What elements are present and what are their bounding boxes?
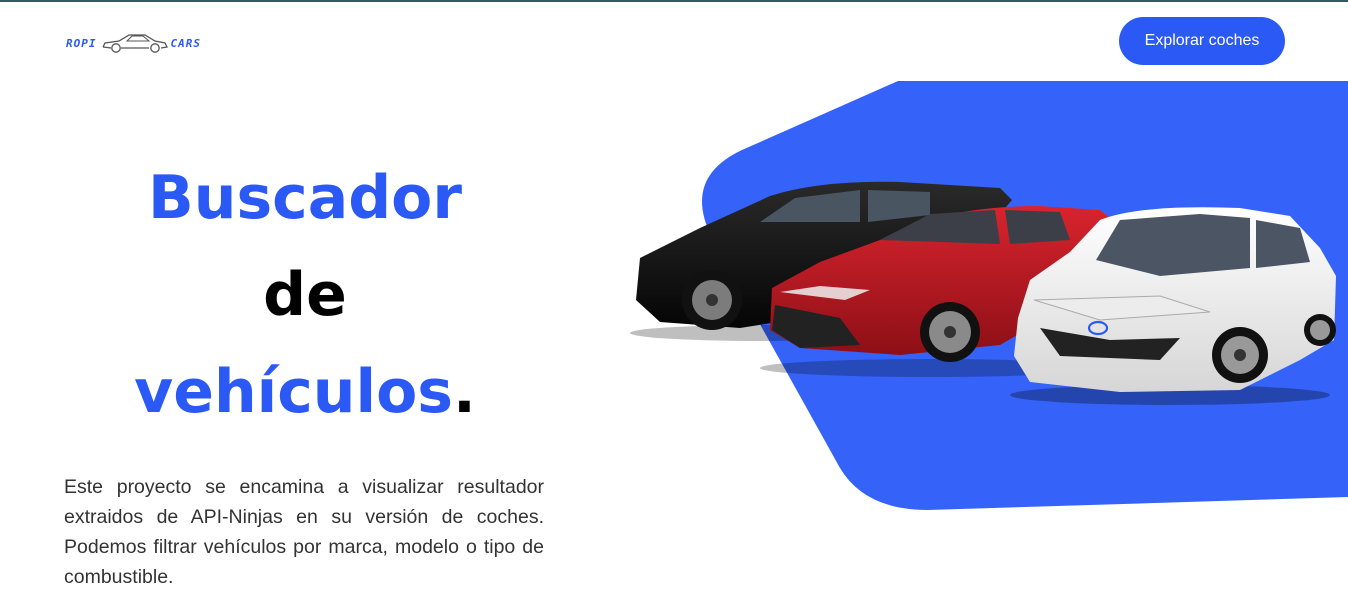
hero-title-line3-wrap: vehículos.: [60, 344, 550, 441]
hero-title-line1: Buscador: [148, 163, 462, 233]
page: ROPI CARS Explorar coches Buscador de ve…: [0, 0, 1348, 605]
hero-title-line3: vehículos: [134, 357, 454, 427]
hero-description: Este proyecto se encamina a visualizar r…: [64, 475, 544, 588]
hero-title-line2: de: [263, 260, 347, 330]
hero-title: Buscador de vehículos.: [60, 150, 550, 441]
hero-title-period: .: [453, 357, 476, 427]
